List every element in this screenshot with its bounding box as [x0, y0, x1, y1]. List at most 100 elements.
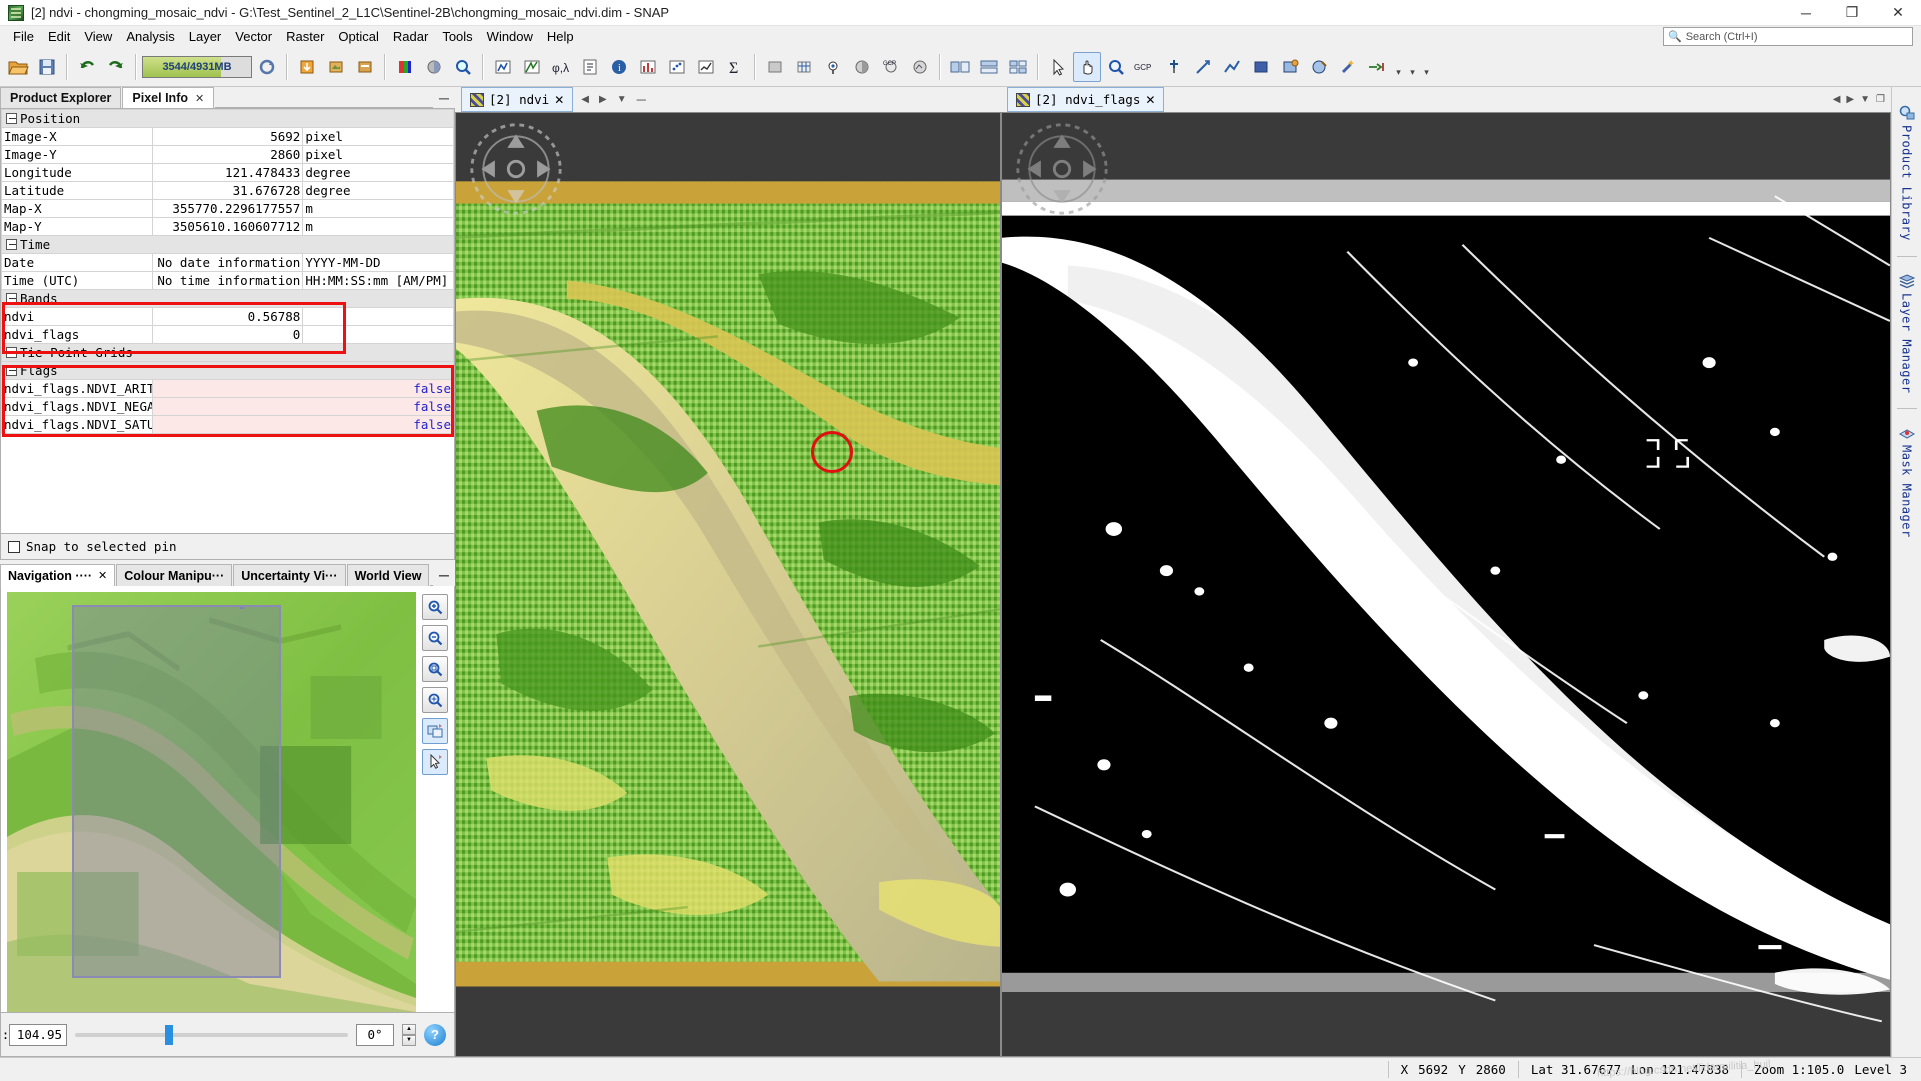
- geometry-overlay-button[interactable]: [906, 52, 934, 82]
- zoom-to-all-icon[interactable]: [422, 687, 448, 713]
- menu-radar[interactable]: Radar: [386, 27, 435, 46]
- hsv-image-view-button[interactable]: [420, 52, 448, 82]
- menu-window[interactable]: Window: [480, 27, 540, 46]
- slider-knob[interactable]: [165, 1024, 174, 1045]
- magic-wand-button[interactable]: [1334, 52, 1362, 82]
- colour-manipulation-button[interactable]: [518, 52, 546, 82]
- menu-vector[interactable]: Vector: [228, 27, 279, 46]
- tile-horizontal-button[interactable]: [946, 52, 974, 82]
- menu-file[interactable]: File: [6, 27, 41, 46]
- menu-optical[interactable]: Optical: [331, 27, 385, 46]
- tab-ndvi[interactable]: [2] ndvi ✕: [461, 87, 574, 112]
- zoom-to-pixel-icon[interactable]: [422, 656, 448, 682]
- toolbar-overflow-chevron-3[interactable]: ▾: [1420, 52, 1433, 82]
- search-input[interactable]: 🔍 Search (Ctrl+I): [1663, 27, 1913, 46]
- collapse-icon[interactable]: [6, 113, 17, 124]
- rotation-stepper[interactable]: ▲ ▼: [402, 1023, 416, 1046]
- minimize-button[interactable]: ─: [1783, 0, 1829, 26]
- open-product-button[interactable]: [4, 52, 32, 82]
- sync-cursor-icon[interactable]: [422, 749, 448, 775]
- pin-overlay-button[interactable]: [819, 52, 847, 82]
- group-header-time[interactable]: Time: [1, 235, 454, 254]
- navigation-selection-rect[interactable]: [72, 604, 282, 979]
- rgb-image-view-button[interactable]: [391, 52, 419, 82]
- toolbar-overflow-chevron[interactable]: ▾: [1392, 52, 1405, 82]
- gc-refresh-button[interactable]: [253, 52, 281, 82]
- mask-overlay-button[interactable]: [848, 52, 876, 82]
- menu-raster[interactable]: Raster: [279, 27, 331, 46]
- ellipse-drawing-button[interactable]: [1276, 52, 1304, 82]
- stepper-down-icon[interactable]: ▼: [402, 1034, 416, 1046]
- menu-help[interactable]: Help: [540, 27, 581, 46]
- snap-to-pin-row[interactable]: Snap to selected pin: [0, 534, 455, 560]
- tab-list-dropdown-icon[interactable]: ▼: [617, 94, 627, 105]
- close-button[interactable]: ✕: [1875, 0, 1921, 26]
- close-icon[interactable]: ✕: [195, 92, 204, 105]
- menu-layer[interactable]: Layer: [182, 27, 229, 46]
- scatter-plot-button[interactable]: [663, 52, 691, 82]
- undo-button[interactable]: [73, 52, 101, 82]
- pin-tool-button[interactable]: [1160, 52, 1188, 82]
- geo-coding-button[interactable]: φ,λ: [547, 52, 575, 82]
- group-header-bands[interactable]: Bands: [1, 289, 454, 308]
- tab-scroll-prev-icon[interactable]: ◀: [581, 94, 589, 105]
- memory-indicator[interactable]: 3544/4931MB: [142, 55, 252, 78]
- collapse-icon[interactable]: [6, 347, 17, 358]
- magnifier-button[interactable]: [449, 52, 477, 82]
- menu-view[interactable]: View: [77, 27, 119, 46]
- range-finder-button[interactable]: [1363, 52, 1391, 82]
- rotation-field[interactable]: 0°: [356, 1023, 394, 1046]
- import-mask-button[interactable]: [351, 52, 379, 82]
- tile-grid-button[interactable]: [1004, 52, 1032, 82]
- gcp-overlay-button[interactable]: GCP: [877, 52, 905, 82]
- minimize-panel-button[interactable]: ─: [433, 87, 455, 108]
- profile-plot-button[interactable]: [692, 52, 720, 82]
- float-view-icon[interactable]: ❐: [1876, 94, 1885, 105]
- tab-navigation[interactable]: Navigation ···· ✕: [0, 564, 116, 586]
- zoom-slider[interactable]: [75, 1024, 348, 1046]
- dock-item-product-library[interactable]: Product Library: [1898, 99, 1916, 246]
- minimize-nav-panel-button[interactable]: ─: [433, 564, 455, 586]
- menu-tools[interactable]: Tools: [435, 27, 479, 46]
- rectangle-drawing-button[interactable]: [1247, 52, 1275, 82]
- collapse-icon[interactable]: [6, 293, 17, 304]
- dock-item-layer-manager[interactable]: Layer Manager: [1898, 267, 1916, 398]
- dock-item-mask-manager[interactable]: Mask Manager: [1898, 419, 1916, 543]
- sync-views-icon[interactable]: [422, 718, 448, 744]
- information-button[interactable]: [576, 52, 604, 82]
- tab-world-view[interactable]: World View: [346, 564, 430, 586]
- tab-product-explorer[interactable]: Product Explorer: [0, 87, 122, 108]
- collapse-icon[interactable]: [6, 239, 17, 250]
- close-icon[interactable]: ✕: [1145, 93, 1155, 107]
- tab-scroll-next-icon[interactable]: ▶: [599, 94, 607, 105]
- minimize-view-button[interactable]: ─: [637, 92, 646, 107]
- close-icon[interactable]: ✕: [98, 569, 107, 582]
- tab-list-dropdown-icon[interactable]: ▼: [1860, 94, 1870, 105]
- redo-button[interactable]: [102, 52, 130, 82]
- navigation-thumbnail[interactable]: [7, 592, 416, 1012]
- group-header-flags[interactable]: Flags: [1, 361, 454, 380]
- zoom-out-icon[interactable]: [422, 625, 448, 651]
- maximize-button[interactable]: ❐: [1829, 0, 1875, 26]
- pan-tool-button[interactable]: [1073, 51, 1101, 82]
- polygon-drawing-button[interactable]: [1305, 52, 1333, 82]
- menu-edit[interactable]: Edit: [41, 27, 77, 46]
- import-vector-button[interactable]: [293, 52, 321, 82]
- stepper-up-icon[interactable]: ▲: [402, 1023, 416, 1035]
- zoom-factor-field[interactable]: : 104.95: [2, 1023, 67, 1046]
- close-icon[interactable]: ✕: [554, 93, 564, 107]
- ndvi-flags-image-view[interactable]: [1001, 112, 1891, 1057]
- tab-uncertainty-visualisation[interactable]: Uncertainty Vi···: [233, 564, 346, 586]
- tab-pixel-info[interactable]: Pixel Info ✕: [122, 87, 215, 108]
- help-button[interactable]: ?: [424, 1023, 446, 1046]
- zoom-in-icon[interactable]: [422, 594, 448, 620]
- menu-analysis[interactable]: Analysis: [119, 27, 181, 46]
- graticule-overlay-button[interactable]: [790, 52, 818, 82]
- import-band-button[interactable]: [322, 52, 350, 82]
- group-header-tie-point-grids[interactable]: Tie-Point Grids: [1, 343, 454, 362]
- sum-button[interactable]: Σ: [721, 52, 749, 82]
- histogram-button[interactable]: [489, 52, 517, 82]
- snap-to-pin-checkbox[interactable]: [8, 540, 20, 553]
- no-data-overlay-button[interactable]: [761, 52, 789, 82]
- collapse-icon[interactable]: [6, 365, 17, 376]
